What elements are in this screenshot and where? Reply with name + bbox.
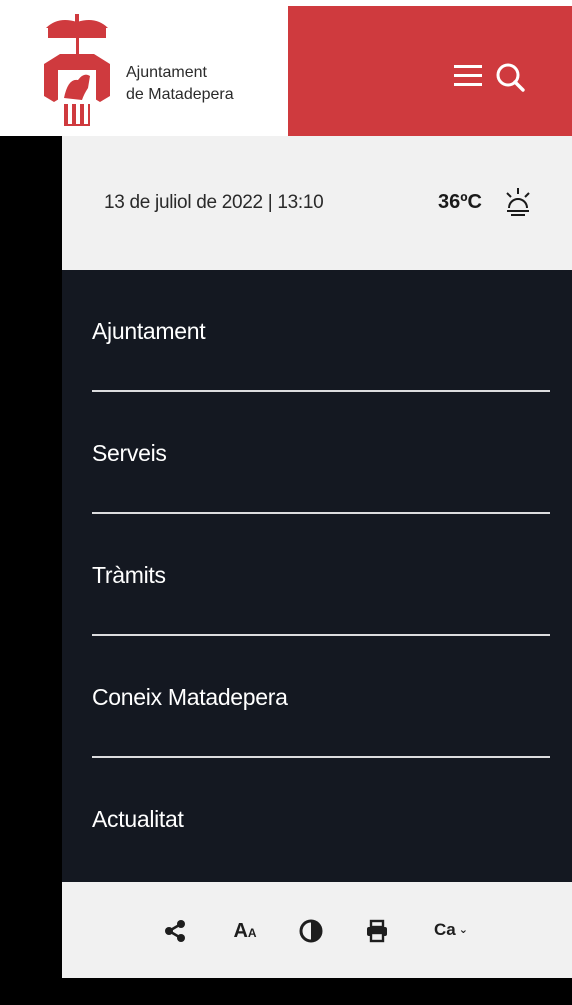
logo-text: Ajuntament de Matadepera [126,62,234,106]
font-size-small-glyph: A [247,926,257,940]
nav-item-label: Coneix Matadepera [92,684,288,710]
share-icon [165,920,185,942]
nav-item-coneix-matadepera[interactable]: Coneix Matadepera [92,636,550,758]
font-size-large-glyph: A [233,920,248,942]
sun-icon [506,188,530,216]
coat-of-arms-icon [44,14,110,126]
hamburger-icon [454,65,482,86]
hamburger-menu-button[interactable] [452,60,486,92]
logo-line2: de Matadepera [126,86,234,103]
main-navigation: Ajuntament Serveis Tràmits Coneix Matade… [62,270,572,882]
contrast-icon [299,919,323,943]
contrast-button[interactable] [298,918,326,944]
search-icon [496,63,525,92]
print-icon [367,919,387,943]
overlay-bottom-strip [0,978,572,1005]
nav-item-tramits[interactable]: Tràmits [92,514,550,636]
chevron-down-icon: ⌄ [458,924,468,936]
date-time: 13 de juliol de 2022 | 13:10 [104,192,324,213]
print-button[interactable] [364,918,392,944]
nav-item-label: Actualitat [92,806,184,832]
nav-item-label: Serveis [92,440,167,466]
nav-item-actualitat[interactable]: Actualitat [92,758,550,880]
language-selector[interactable]: Ca ⌄ [434,920,468,940]
nav-item-label: Ajuntament [92,318,206,344]
logo-link[interactable]: Ajuntament de Matadepera [38,14,278,126]
header-red-bar [288,6,572,136]
tools-bar: AA Ca ⌄ [62,882,572,978]
nav-item-label: Tràmits [92,562,166,588]
nav-item-serveis[interactable]: Serveis [92,392,550,514]
language-label: Ca [434,920,456,939]
font-size-button[interactable]: AA [228,918,262,944]
info-bar: 13 de juliol de 2022 | 13:10 36ºC [62,136,572,270]
overlay-left-strip [0,136,62,1005]
temperature: 36ºC [438,191,482,213]
search-button[interactable] [494,60,528,94]
logo-line1: Ajuntament [126,64,207,81]
share-button[interactable] [162,918,190,944]
nav-item-ajuntament[interactable]: Ajuntament [92,270,550,392]
